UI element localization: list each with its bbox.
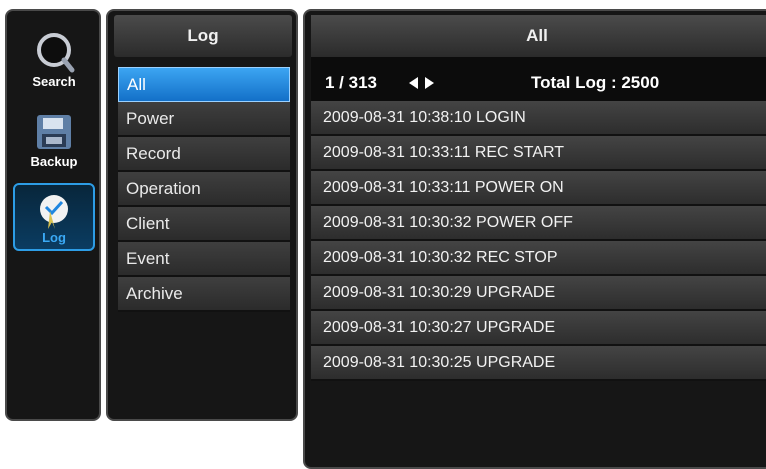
log-list-panel: All 1 / 313 Total Log : 2500 2009-08-31 … [303,9,766,469]
search-label: Search [32,74,76,89]
search-nav-button[interactable]: Search [13,25,95,93]
log-entry-row[interactable]: 2009-08-31 10:30:32 REC STOP [311,241,766,276]
category-list: All Power Record Operation Client Event … [118,67,290,312]
category-item-record[interactable]: Record [118,137,290,172]
next-page-arrow-icon[interactable] [425,77,434,89]
log-entry-row[interactable]: 2009-08-31 10:38:10 LOGIN [311,101,766,136]
category-item-all[interactable]: All [118,67,290,102]
backup-icon [37,115,71,149]
log-label: Log [42,230,66,245]
log-entry-row[interactable]: 2009-08-31 10:30:25 UPGRADE [311,346,766,381]
backup-label: Backup [30,154,78,169]
search-icon [37,33,75,73]
category-item-operation[interactable]: Operation [118,172,290,207]
log-entry-list: 2009-08-31 10:38:10 LOGIN 2009-08-31 10:… [311,101,766,381]
category-item-power[interactable]: Power [118,102,290,137]
log-entry-row[interactable]: 2009-08-31 10:30:27 UPGRADE [311,311,766,346]
icon-sidebar: Search Backup Log [5,9,101,421]
backup-nav-button[interactable]: Backup [13,105,95,173]
category-item-client[interactable]: Client [118,207,290,242]
prev-page-arrow-icon[interactable] [409,77,418,89]
log-entry-row[interactable]: 2009-08-31 10:30:32 POWER OFF [311,206,766,241]
log-entry-row[interactable]: 2009-08-31 10:33:11 REC START [311,136,766,171]
log-entry-row[interactable]: 2009-08-31 10:33:11 POWER ON [311,171,766,206]
log-panel-title: All [311,15,766,57]
category-item-archive[interactable]: Archive [118,277,290,312]
log-icon [40,195,68,229]
log-entry-row[interactable]: 2009-08-31 10:30:29 UPGRADE [311,276,766,311]
category-panel-title: Log [114,15,292,57]
log-category-panel: Log All Power Record Operation Client Ev… [106,9,298,421]
page-indicator: 1 / 313 [325,73,377,92]
total-log-count: Total Log : 2500 [531,73,660,92]
category-item-event[interactable]: Event [118,242,290,277]
log-nav-button[interactable]: Log [13,183,95,251]
